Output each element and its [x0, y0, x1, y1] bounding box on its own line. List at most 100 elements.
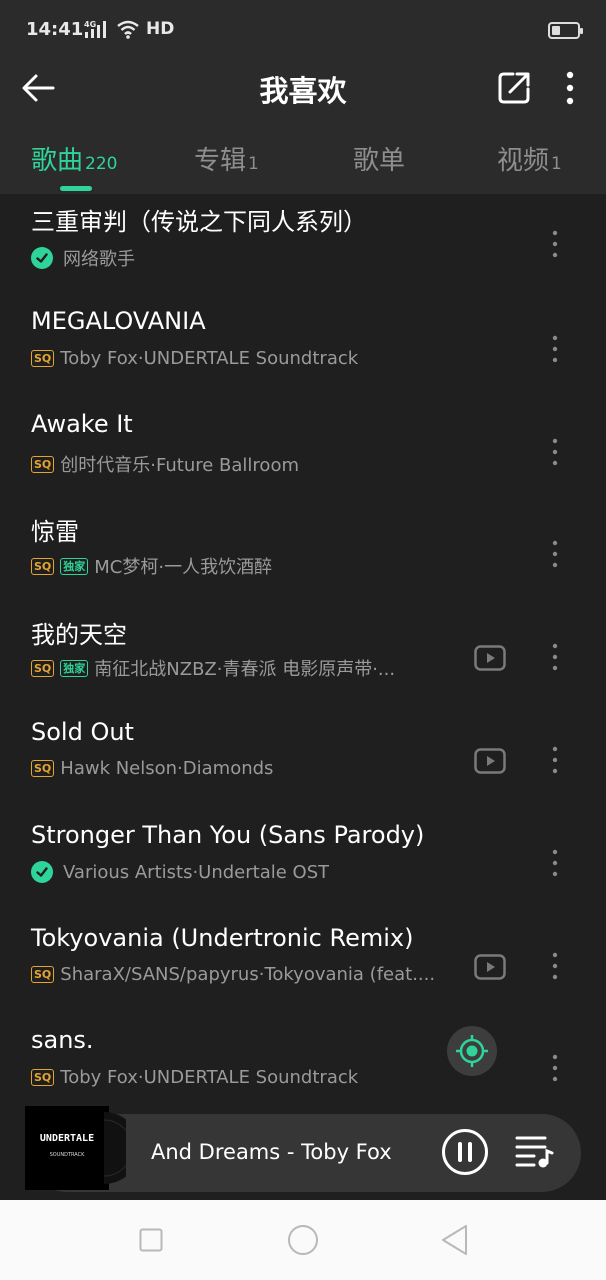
hd-indicator: HD	[146, 19, 175, 39]
song-row[interactable]: Sold Out SQ Hawk Nelson·Diamonds	[0, 706, 606, 808]
nav-recent-icon	[139, 1228, 163, 1252]
more-vertical-icon	[552, 438, 558, 466]
tab-albums[interactable]: 专辑 1	[194, 140, 259, 184]
song-artist-album: Hawk Nelson·Diamonds	[60, 758, 274, 779]
song-more-button[interactable]	[540, 946, 570, 986]
active-tab-indicator	[60, 186, 92, 191]
sq-quality-badge: SQ	[31, 455, 55, 473]
song-title: sans.	[31, 1026, 94, 1054]
tab-label: 视频	[497, 146, 550, 176]
sq-quality-badge: SQ	[31, 557, 55, 575]
song-more-button[interactable]	[540, 637, 570, 677]
mv-play-icon[interactable]	[474, 645, 506, 671]
song-row[interactable]: sans. SQ Toby Fox·UNDERTALE Soundtrack	[0, 1014, 606, 1116]
tab-count: 1	[248, 154, 259, 174]
locate-icon	[456, 1035, 488, 1067]
song-more-button[interactable]	[540, 432, 570, 472]
tab-label: 专辑	[194, 146, 247, 176]
app-header: 我喜欢 歌曲 220 专辑 1 歌单 视频 1	[0, 60, 606, 194]
sq-quality-badge: SQ	[31, 966, 55, 983]
mv-play-icon[interactable]	[474, 748, 506, 774]
tab-label: 歌曲	[31, 146, 84, 176]
song-artist-album: Toby Fox·UNDERTALE Soundtrack	[60, 1067, 359, 1088]
signal-icon: 4G	[84, 20, 106, 38]
song-more-button[interactable]	[540, 1048, 570, 1088]
song-title: 三重审判（传说之下同人系列）	[31, 208, 367, 236]
wifi-icon	[117, 20, 139, 39]
nav-home-icon	[288, 1225, 318, 1255]
check-icon	[31, 247, 53, 269]
tab-songs[interactable]: 歌曲 220	[31, 140, 117, 184]
vinyl-disc	[104, 1112, 126, 1184]
tab-playlists[interactable]: 歌单	[353, 140, 407, 184]
more-vertical-icon	[552, 643, 558, 671]
song-meta: SQ 创时代音乐·Future Ballroom	[31, 451, 299, 477]
song-row[interactable]: Awake It SQ 创时代音乐·Future Ballroom	[0, 399, 606, 501]
song-meta: SQ SharaX/SANS/papyrus·Tokyovania (feat..…	[31, 964, 435, 985]
song-row[interactable]: 三重审判（传说之下同人系列） 网络歌手	[0, 194, 606, 296]
now-playing-text[interactable]: And Dreams - Toby Fox	[151, 1140, 392, 1164]
song-artist-album: 南征北战NZBZ·青春派 电影原声带·...	[94, 659, 396, 680]
more-vertical-icon	[552, 746, 558, 774]
song-meta: SQ 独家 南征北战NZBZ·青春派 电影原声带·...	[31, 655, 395, 681]
nav-recent-button[interactable]	[133, 1222, 169, 1258]
tab-count: 1	[551, 154, 562, 174]
battery-icon	[548, 22, 583, 39]
song-more-button[interactable]	[540, 843, 570, 883]
song-title: 我的天空	[31, 621, 127, 649]
check-icon	[31, 861, 53, 883]
song-artist-album: 网络歌手	[63, 249, 135, 270]
song-meta: 网络歌手	[31, 245, 135, 271]
mv-play-icon[interactable]	[474, 954, 506, 980]
exclusive-badge: 独家	[60, 659, 89, 677]
song-more-button[interactable]	[540, 329, 570, 369]
song-meta: SQ 独家 MC梦柯·一人我饮酒醉	[31, 553, 272, 579]
more-vertical-icon	[552, 540, 558, 568]
pause-button[interactable]	[441, 1128, 489, 1176]
song-artist-album: MC梦柯·一人我饮酒醉	[94, 557, 273, 578]
locate-current-song-button[interactable]	[447, 1026, 497, 1076]
system-navigation-bar	[0, 1200, 606, 1280]
song-more-button[interactable]	[540, 224, 570, 264]
share-button[interactable]	[494, 66, 534, 110]
more-vertical-icon	[552, 335, 558, 363]
more-options-button[interactable]	[552, 66, 588, 110]
song-artist-album: 创时代音乐·Future Ballroom	[60, 455, 299, 476]
more-vertical-icon	[552, 849, 558, 877]
song-row[interactable]: 惊雷 SQ 独家 MC梦柯·一人我饮酒醉	[0, 501, 606, 603]
more-vertical-icon	[552, 230, 558, 258]
share-icon	[498, 72, 530, 104]
song-more-button[interactable]	[540, 534, 570, 574]
song-meta: SQ Toby Fox·UNDERTALE Soundtrack	[31, 348, 358, 369]
playlist-queue-button[interactable]	[514, 1134, 554, 1170]
nav-back-button[interactable]	[436, 1222, 472, 1258]
song-meta: SQ Hawk Nelson·Diamonds	[31, 758, 273, 779]
song-title: Sold Out	[31, 718, 134, 746]
sq-quality-badge: SQ	[31, 659, 55, 677]
song-row[interactable]: Tokyovania (Undertronic Remix) SQ SharaX/S…	[0, 912, 606, 1014]
nav-home-button[interactable]	[285, 1222, 321, 1258]
sq-quality-badge: SQ	[31, 760, 55, 777]
status-time: 14:41	[26, 19, 84, 40]
song-artist-album: Various Artists·Undertale OST	[63, 861, 330, 883]
tab-videos[interactable]: 视频 1	[497, 140, 562, 184]
song-meta: SQ Toby Fox·UNDERTALE Soundtrack	[31, 1067, 358, 1088]
song-row[interactable]: 我的天空 SQ 独家 南征北战NZBZ·青春派 电影原声带·...	[0, 604, 606, 706]
song-artist-album: Toby Fox·UNDERTALE Soundtrack	[60, 348, 359, 369]
song-artist-album: SharaX/SANS/papyrus·Tokyovania (feat....	[60, 964, 436, 985]
pause-icon	[442, 1129, 488, 1175]
song-title: Awake It	[31, 410, 133, 438]
album-cover[interactable]: UNDERTALE SOUNDTRACK	[25, 1106, 109, 1190]
cover-title: UNDERTALE	[39, 1133, 95, 1144]
tab-count: 220	[85, 154, 118, 174]
song-row[interactable]: Stronger Than You (Sans Parody) Various A…	[0, 809, 606, 911]
song-title: MEGALOVANIA	[31, 307, 206, 335]
more-vertical-icon	[552, 1054, 558, 1082]
nav-back-icon	[442, 1225, 467, 1255]
song-row[interactable]: MEGALOVANIA SQ Toby Fox·UNDERTALE Soundtra…	[0, 296, 606, 398]
network-label: 4G	[84, 20, 96, 29]
status-bar: 14:41 4G HD	[0, 0, 606, 60]
song-more-button[interactable]	[540, 740, 570, 780]
cover-subtitle: SOUNDTRACK	[49, 1152, 85, 1158]
status-icons: 4G HD	[84, 19, 174, 39]
